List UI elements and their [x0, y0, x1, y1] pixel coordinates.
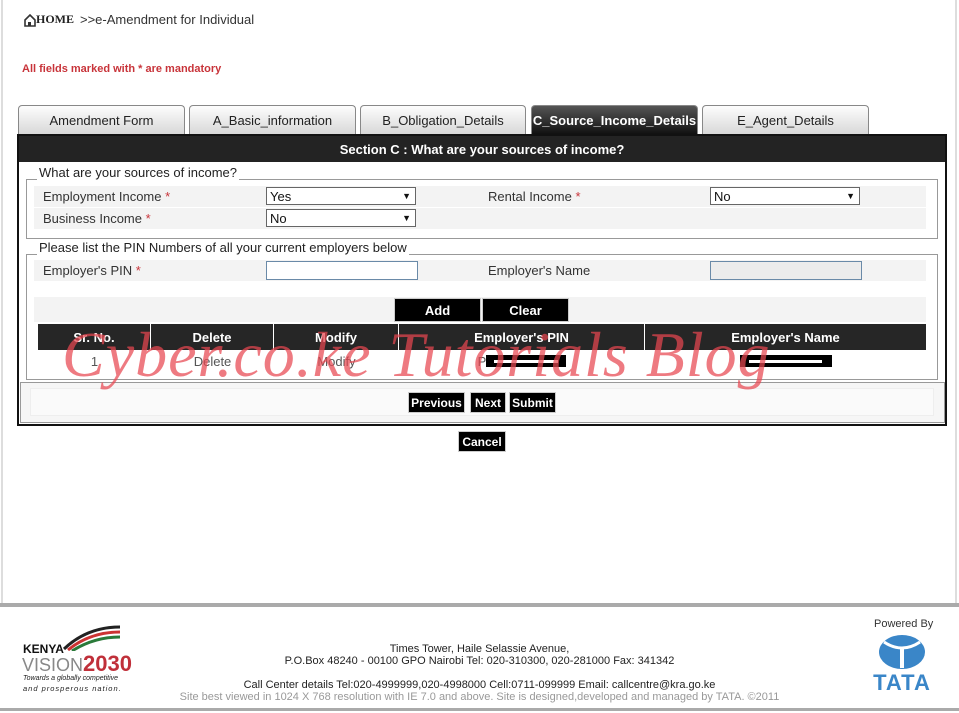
- tab-agent-details[interactable]: E_Agent_Details: [702, 105, 869, 134]
- cell-employer-name: [645, 350, 926, 372]
- modify-link[interactable]: Modify: [274, 350, 399, 372]
- redacted-pin: [486, 355, 567, 367]
- employment-income-label: Employment Income *: [43, 189, 171, 204]
- business-income-label: Business Income *: [43, 211, 151, 226]
- income-legend: What are your sources of income?: [37, 165, 239, 180]
- employer-pin-input[interactable]: [266, 261, 418, 280]
- mandatory-note: All fields marked with * are mandatory: [22, 63, 222, 75]
- employer-pin-label: Employer's PIN *: [43, 263, 141, 278]
- home-icon: [24, 14, 36, 27]
- powered-by: Powered By: [874, 618, 934, 630]
- breadcrumb: HOME >>e-Amendment for Individual: [24, 12, 254, 27]
- tab-basic-information[interactable]: A_Basic_information: [189, 105, 356, 134]
- income-row-2: [34, 208, 926, 229]
- previous-button[interactable]: Previous: [408, 392, 465, 413]
- chevron-down-icon: ▼: [846, 191, 855, 201]
- cell-sr-no: 1: [90, 353, 99, 369]
- business-income-select[interactable]: No ▼: [266, 209, 416, 227]
- tab-source-income-details[interactable]: C_Source_Income_Details: [531, 105, 698, 134]
- col-employer-name: Employer's Name: [645, 324, 926, 350]
- submit-button[interactable]: Submit: [509, 392, 556, 413]
- rental-income-select[interactable]: No ▼: [710, 187, 860, 205]
- col-modify: Modify: [274, 324, 399, 350]
- col-delete: Delete: [151, 324, 274, 350]
- footer-callcenter: Call Center details Tel:020-4999999,020-…: [243, 679, 716, 691]
- chevron-down-icon: ▼: [402, 213, 411, 223]
- next-button[interactable]: Next: [470, 392, 506, 413]
- tata-logo: TATA: [868, 634, 936, 695]
- tata-emblem-icon: [879, 635, 925, 669]
- employers-legend: Please list the PIN Numbers of all your …: [37, 240, 409, 255]
- redacted-name: [739, 355, 832, 367]
- section-title: Section C : What are your sources of inc…: [19, 136, 945, 162]
- footer-address-1: Times Tower, Haile Selassie Avenue,: [389, 643, 570, 655]
- breadcrumb-path: >>e-Amendment for Individual: [80, 12, 255, 27]
- home-link[interactable]: HOME: [24, 12, 74, 27]
- col-sr-no: Sr. No.: [38, 324, 151, 350]
- add-button[interactable]: Add: [394, 298, 481, 322]
- rental-income-label: Rental Income *: [488, 189, 581, 204]
- employment-income-select[interactable]: Yes ▼: [266, 187, 416, 205]
- tab-amendment-form[interactable]: Amendment Form: [18, 105, 185, 134]
- employer-name-input[interactable]: [710, 261, 862, 280]
- cancel-button[interactable]: Cancel: [458, 431, 506, 452]
- chevron-down-icon: ▼: [402, 191, 411, 201]
- footer-note: Site best viewed in 1024 X 768 resolutio…: [179, 691, 780, 703]
- col-employer-pin: Employer's PIN: [399, 324, 645, 350]
- footer-address-2: P.O.Box 48240 - 00100 GPO Nairobi Tel: 0…: [284, 655, 675, 667]
- tab-obligation-details[interactable]: B_Obligation_Details: [360, 105, 526, 134]
- home-label: HOME: [36, 12, 74, 26]
- cell-employer-pin: P: [399, 350, 645, 372]
- employer-name-label: Employer's Name: [488, 263, 591, 278]
- clear-button[interactable]: Clear: [482, 298, 569, 322]
- delete-link[interactable]: Delete: [151, 350, 274, 372]
